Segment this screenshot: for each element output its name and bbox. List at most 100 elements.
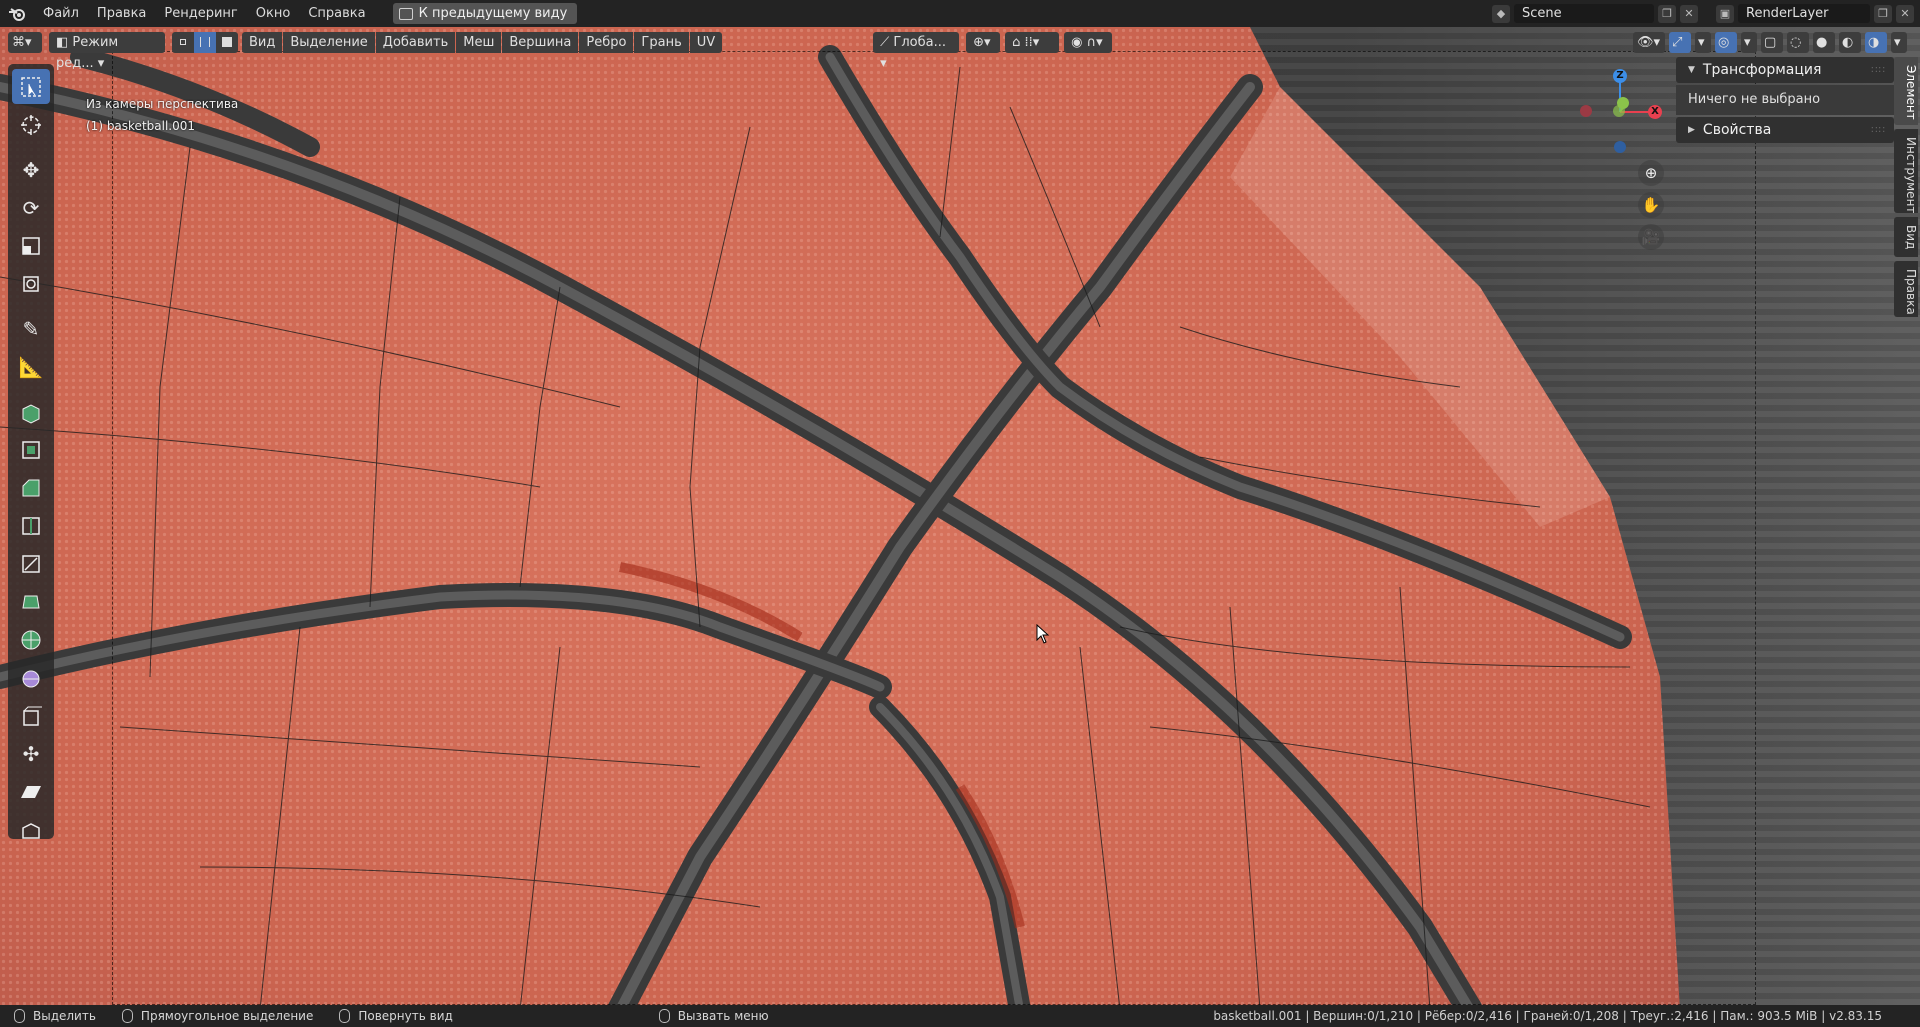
- overlays-dropdown-icon[interactable]: ▾: [1741, 31, 1757, 53]
- axis-x-icon[interactable]: X: [1648, 105, 1662, 119]
- orientation-icon: ⟋: [880, 34, 894, 50]
- collapsed-triangle-icon: ▶: [1688, 125, 1695, 135]
- edge-slide-icon[interactable]: [12, 698, 50, 733]
- menu-select[interactable]: Выделение: [283, 31, 375, 53]
- pan-hand-icon[interactable]: ✋: [1638, 192, 1664, 218]
- mode-dropdown[interactable]: ◧ Режим ред... ▾: [49, 31, 165, 71]
- tab-view[interactable]: Вид: [1894, 217, 1918, 257]
- viewport-header: ⌘▾ ◧ Режим ред... ▾ Вид Выделение Добави…: [0, 30, 1908, 71]
- mouse-left-icon: [14, 1009, 25, 1023]
- new-scene-icon[interactable]: ❐: [1658, 4, 1676, 23]
- render-layer-icon[interactable]: ▣: [1716, 4, 1734, 23]
- back-to-previous-button[interactable]: К предыдущему виду: [392, 3, 578, 24]
- remove-scene-icon[interactable]: ✕: [1680, 4, 1698, 23]
- transform-icon[interactable]: [12, 266, 50, 301]
- rotate-icon[interactable]: ⟳: [12, 190, 50, 225]
- scene-statistics: basketball.001 | Вершин:0/1,210 | Рёбер:…: [1213, 1009, 1882, 1023]
- overlays-toggle-icon[interactable]: ◎: [1715, 31, 1737, 53]
- gizmo-toggle-icon[interactable]: ⤢: [1669, 31, 1691, 53]
- gizmo-dropdown-icon[interactable]: ▾: [1695, 31, 1711, 53]
- wireframe-shading-icon[interactable]: ◌: [1787, 31, 1809, 53]
- smooth-icon[interactable]: [12, 660, 50, 695]
- menu-vertex[interactable]: Вершина: [502, 31, 579, 53]
- menu-mesh[interactable]: Меш: [456, 31, 502, 53]
- menu-window[interactable]: Окно: [247, 0, 300, 27]
- loop-cut-icon[interactable]: [12, 508, 50, 543]
- move-icon[interactable]: ✥: [12, 152, 50, 187]
- status-rotate-view: Повернуть вид: [339, 1009, 453, 1023]
- 3d-viewport[interactable]: Из камеры перспектива (1) basketball.001: [0, 27, 1920, 1010]
- properties-title: Свойства: [1702, 122, 1772, 138]
- material-shading-icon[interactable]: ◐: [1839, 31, 1861, 53]
- menu-edit[interactable]: Правка: [88, 0, 155, 27]
- status-box-select: Прямоугольное выделение: [121, 1009, 314, 1023]
- remove-layer-icon[interactable]: ✕: [1896, 4, 1914, 23]
- knife-icon[interactable]: [12, 546, 50, 581]
- shear-icon[interactable]: [12, 774, 50, 809]
- solid-shading-icon[interactable]: ●: [1813, 31, 1835, 53]
- edge-select-icon[interactable]: [194, 31, 216, 53]
- tab-tool[interactable]: Инструмент: [1894, 129, 1918, 213]
- extrude-region-icon[interactable]: [12, 394, 50, 429]
- pivot-icon[interactable]: ⊕▾: [966, 31, 1001, 53]
- sidebar-panel: ▼ Трансформация ∷∷ Ничего не выбрано ▶ С…: [1676, 57, 1894, 145]
- rendered-shading-icon[interactable]: ◑: [1865, 31, 1887, 53]
- drag-grip-icon[interactable]: ∷∷: [1871, 125, 1886, 136]
- annotate-icon[interactable]: ✎: [12, 311, 50, 346]
- status-call-menu: Вызвать меню: [658, 1009, 769, 1023]
- properties-panel-header[interactable]: ▶ Свойства ∷∷: [1676, 117, 1894, 143]
- axis-neg-y-icon[interactable]: [1613, 105, 1625, 117]
- select-mode-group: [172, 31, 238, 53]
- axis-z-icon[interactable]: Z: [1613, 69, 1627, 83]
- mouse-cursor-icon: [1036, 624, 1050, 644]
- new-layer-icon[interactable]: ❐: [1874, 4, 1892, 23]
- render-layer-field[interactable]: RenderLayer: [1738, 4, 1870, 23]
- drag-grip-icon[interactable]: ∷∷: [1871, 65, 1886, 76]
- visibility-icon[interactable]: 👁▾: [1633, 31, 1665, 53]
- proportional-edit-icon[interactable]: ◉ ∩▾: [1064, 31, 1113, 53]
- select-box-icon[interactable]: [12, 69, 50, 104]
- snap-icon[interactable]: ⌂ ⁞⁞▾: [1005, 31, 1060, 53]
- camera-view-icon[interactable]: 🎥: [1638, 224, 1664, 250]
- zoom-icon[interactable]: ⊕: [1638, 160, 1664, 186]
- menu-face[interactable]: Грань: [634, 31, 689, 53]
- menu-help[interactable]: Справка: [299, 0, 374, 27]
- xray-icon[interactable]: ▢: [1761, 31, 1783, 53]
- rip-region-icon[interactable]: [12, 812, 50, 847]
- axis-neg-x-icon[interactable]: [1580, 105, 1592, 117]
- tab-edit[interactable]: Правка: [1894, 261, 1918, 317]
- tab-item[interactable]: Элемент: [1894, 57, 1918, 125]
- scene-field[interactable]: Scene: [1514, 4, 1654, 23]
- face-select-icon[interactable]: [216, 31, 238, 53]
- status-select-label: Выделить: [33, 1009, 96, 1023]
- cursor-icon[interactable]: [12, 107, 50, 142]
- top-menu-bar: Файл Правка Рендеринг Окно Справка К пре…: [0, 0, 1920, 27]
- status-call-menu-label: Вызвать меню: [677, 1009, 769, 1023]
- inset-faces-icon[interactable]: [12, 432, 50, 467]
- vertex-select-icon[interactable]: [172, 31, 194, 53]
- menu-uv[interactable]: UV: [689, 31, 723, 53]
- measure-icon[interactable]: 📐: [12, 349, 50, 384]
- menu-add[interactable]: Добавить: [375, 31, 456, 53]
- expanded-triangle-icon: ▼: [1688, 65, 1695, 75]
- menu-view[interactable]: Вид: [242, 31, 283, 53]
- menu-render[interactable]: Рендеринг: [155, 0, 246, 27]
- orientation-dropdown[interactable]: ⟋ Глоба... ▾: [873, 31, 960, 71]
- sidebar-tabs: Элемент Инструмент Вид Правка: [1894, 57, 1920, 321]
- shading-dropdown-icon[interactable]: ▾: [1891, 31, 1907, 53]
- poly-build-icon[interactable]: [12, 584, 50, 619]
- menu-edge[interactable]: Ребро: [579, 31, 634, 53]
- blender-logo-icon[interactable]: [0, 0, 34, 27]
- transform-panel-header[interactable]: ▼ Трансформация ∷∷: [1676, 57, 1894, 83]
- menu-file[interactable]: Файл: [34, 0, 88, 27]
- scale-icon[interactable]: [12, 228, 50, 263]
- navigation-gizmo[interactable]: Z X: [1568, 64, 1668, 160]
- axis-neg-z-icon[interactable]: [1614, 141, 1626, 153]
- bevel-icon[interactable]: [12, 470, 50, 505]
- scene-icon[interactable]: ◆: [1492, 4, 1510, 23]
- status-box-select-label: Прямоугольное выделение: [140, 1009, 314, 1023]
- view-name-label: Из камеры перспектива: [86, 97, 239, 111]
- spin-icon[interactable]: [12, 622, 50, 657]
- shrink-fatten-icon[interactable]: ✣: [12, 736, 50, 771]
- editor-type-icon[interactable]: ⌘▾: [8, 31, 42, 53]
